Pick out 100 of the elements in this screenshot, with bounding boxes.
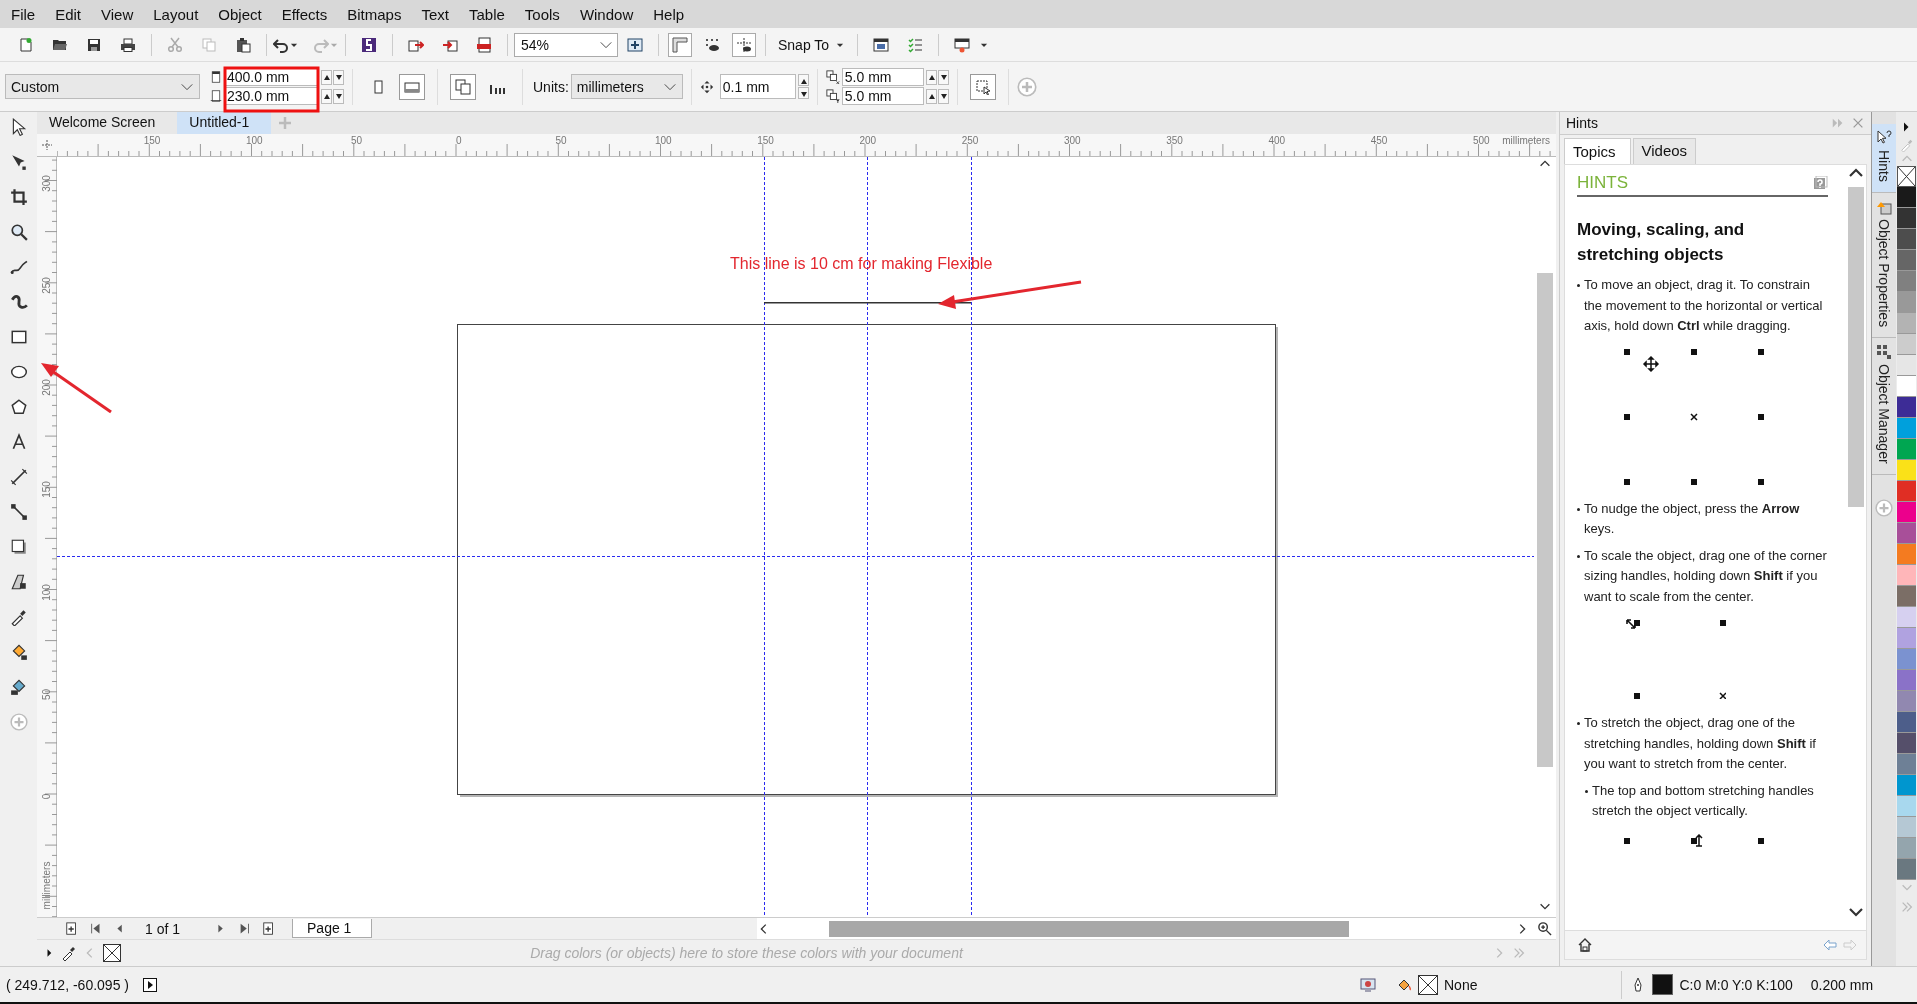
full-screen-icon[interactable] xyxy=(627,36,643,53)
pages-icon[interactable] xyxy=(455,78,471,95)
smart-fill-icon[interactable] xyxy=(9,678,28,696)
page-preset-dropdown[interactable]: Custom xyxy=(5,74,200,99)
height-field[interactable]: 230.0 mm xyxy=(224,87,319,105)
color-swatch[interactable] xyxy=(1897,607,1916,628)
no-color-swatch-icon[interactable] xyxy=(103,943,121,962)
color-swatch[interactable] xyxy=(1897,817,1916,838)
rectangle-icon[interactable] xyxy=(9,328,28,346)
color-swatch[interactable] xyxy=(1897,565,1916,586)
color-swatch[interactable] xyxy=(1897,775,1916,796)
save-icon[interactable] xyxy=(86,36,102,53)
menu-item[interactable]: Layout xyxy=(147,2,213,26)
marquee-cursor-icon[interactable] xyxy=(974,78,991,95)
color-swatch[interactable] xyxy=(1897,418,1916,439)
first-page-icon[interactable] xyxy=(89,921,103,936)
menu-item[interactable]: Help xyxy=(647,2,699,26)
color-swatch[interactable] xyxy=(1897,334,1916,355)
color-swatch[interactable] xyxy=(1897,187,1916,208)
document-tab[interactable]: Untitled-1 xyxy=(177,112,272,134)
zoom-icon[interactable] xyxy=(9,223,28,241)
duplicate-x-field[interactable]: 5.0 mm xyxy=(841,68,924,86)
zoom-dropdown[interactable]: 54% xyxy=(514,32,618,57)
color-swatch[interactable] xyxy=(1897,691,1916,712)
polygon-icon[interactable] xyxy=(9,398,28,416)
color-swatch[interactable] xyxy=(1897,628,1916,649)
scroll-thumb[interactable] xyxy=(829,920,1349,937)
print-icon[interactable] xyxy=(120,36,136,53)
color-swatch[interactable] xyxy=(1897,838,1916,859)
shape-tool-icon[interactable] xyxy=(9,153,28,171)
color-swatch[interactable] xyxy=(1897,376,1916,397)
eyedropper-icon[interactable] xyxy=(9,608,28,626)
menu-item[interactable]: Edit xyxy=(49,2,96,26)
menu-item[interactable]: Text xyxy=(415,2,463,26)
menu-item[interactable]: Effects xyxy=(275,2,342,26)
color-swatch[interactable] xyxy=(1897,355,1916,376)
color-swatch[interactable] xyxy=(1897,313,1916,334)
connect-icon[interactable] xyxy=(361,36,377,53)
color-swatch[interactable] xyxy=(1897,397,1916,418)
units-dropdown[interactable]: millimeters xyxy=(570,74,683,99)
back-arrow-icon[interactable] xyxy=(1822,937,1838,953)
freehand-icon[interactable] xyxy=(9,258,28,276)
panel-tab[interactable]: Topics xyxy=(1564,138,1631,164)
transparency-icon[interactable] xyxy=(9,573,28,591)
color-swatch[interactable] xyxy=(1897,859,1916,880)
menu-item[interactable]: Object xyxy=(212,2,276,26)
color-swatch[interactable] xyxy=(1897,481,1916,502)
play-box-icon[interactable] xyxy=(143,977,157,992)
add-page-icon[interactable] xyxy=(65,921,79,936)
guideline[interactable] xyxy=(57,556,1534,557)
line-object[interactable] xyxy=(764,302,971,304)
eyedropper-icon[interactable] xyxy=(61,944,77,961)
color-swatch[interactable] xyxy=(1897,754,1916,775)
no-color-swatch-icon[interactable] xyxy=(1897,166,1916,187)
color-swatch[interactable] xyxy=(1897,586,1916,607)
color-swatch[interactable] xyxy=(1897,502,1916,523)
color-swatch[interactable] xyxy=(1897,460,1916,481)
undo-icon[interactable] xyxy=(273,36,289,53)
guideline[interactable] xyxy=(867,157,868,917)
color-swatch[interactable] xyxy=(1897,439,1916,460)
color-swatch[interactable] xyxy=(1897,292,1916,313)
menu-item[interactable]: Tools xyxy=(518,2,574,26)
color-swatch[interactable] xyxy=(1897,712,1916,733)
nudge-field[interactable]: 0.1 mm xyxy=(719,74,796,99)
color-swatch[interactable] xyxy=(1897,229,1916,250)
color-swatch[interactable] xyxy=(1897,649,1916,670)
scroll-thumb[interactable] xyxy=(1537,273,1553,767)
treat-as-filled-button[interactable] xyxy=(969,73,996,100)
docker-tab[interactable]: Hints xyxy=(1872,124,1896,193)
pdf-export-icon[interactable] xyxy=(476,36,492,53)
color-swatch[interactable] xyxy=(1897,208,1916,229)
color-swatch[interactable] xyxy=(1897,670,1916,691)
spin-up-button[interactable] xyxy=(925,88,937,104)
crop-icon[interactable] xyxy=(9,188,28,206)
monitor-icon[interactable] xyxy=(1360,976,1376,993)
color-swatch[interactable] xyxy=(1897,271,1916,292)
guideline[interactable] xyxy=(971,157,972,917)
color-swatch[interactable] xyxy=(1897,523,1916,544)
help-icon[interactable] xyxy=(1813,176,1828,190)
spin-down-button[interactable] xyxy=(333,69,344,85)
drop-shadow-icon[interactable] xyxy=(9,538,28,556)
spin-up-button[interactable] xyxy=(321,88,332,104)
options-icon[interactable] xyxy=(873,36,890,53)
spin-down-button[interactable] xyxy=(333,88,344,104)
color-swatch[interactable] xyxy=(1897,250,1916,271)
color-swatch[interactable] xyxy=(1897,733,1916,754)
home-icon[interactable] xyxy=(1577,937,1593,953)
duplicate-y-field[interactable]: 5.0 mm xyxy=(841,87,924,105)
checklist-icon[interactable] xyxy=(907,36,924,53)
color-swatch[interactable] xyxy=(1897,544,1916,565)
connector-icon[interactable] xyxy=(9,503,28,521)
page-tab[interactable]: Page 1 xyxy=(292,919,373,938)
menu-item[interactable]: Window xyxy=(573,2,648,26)
zoom-icon[interactable] xyxy=(1537,921,1552,936)
grid-view-icon[interactable] xyxy=(704,36,720,53)
artistic-media-icon[interactable] xyxy=(9,293,28,311)
guideline[interactable] xyxy=(764,157,765,917)
spin-up-button[interactable] xyxy=(925,69,937,85)
spin-down-button[interactable] xyxy=(937,88,949,104)
spin-down-button[interactable] xyxy=(797,87,809,99)
